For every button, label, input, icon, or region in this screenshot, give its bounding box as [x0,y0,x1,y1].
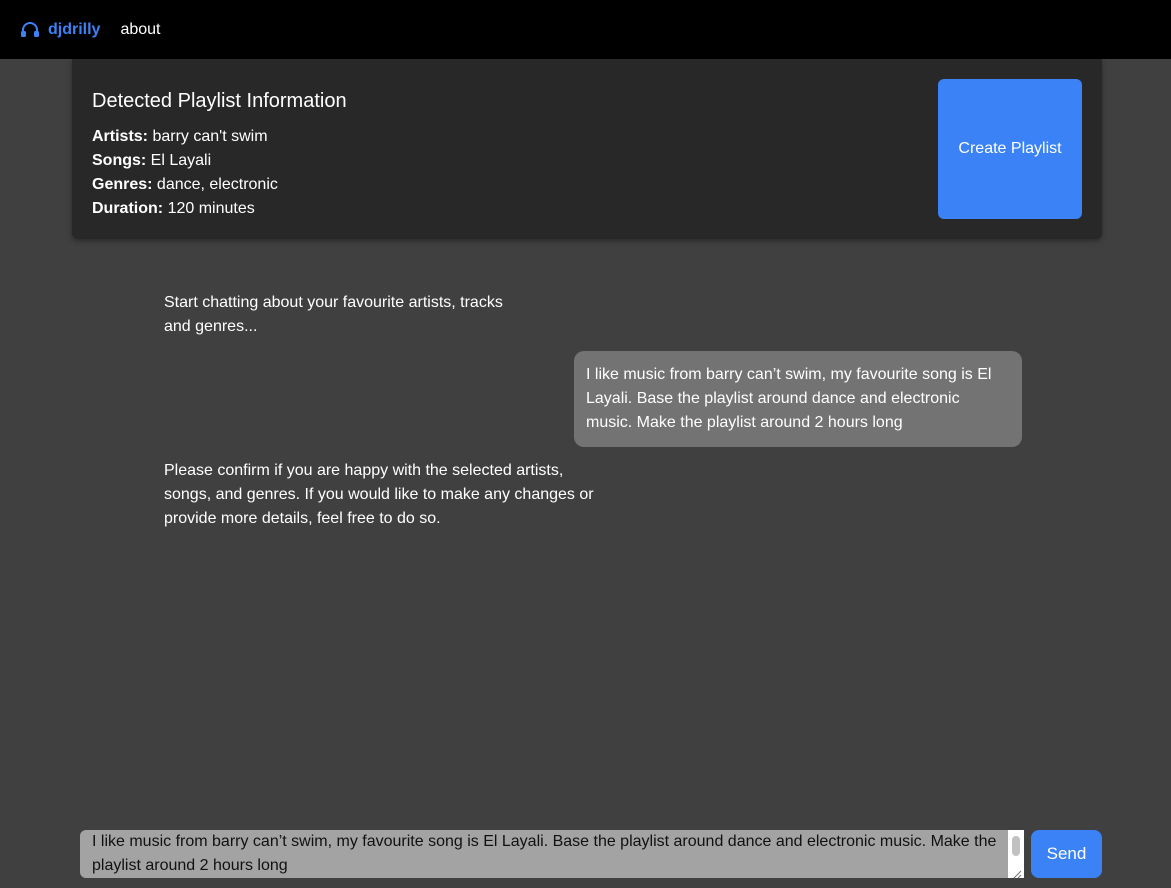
playlist-info-title: Detected Playlist Information [92,90,347,112]
playlist-info-rows: Artists: barry can't swim Songs: El Laya… [92,125,278,221]
chat-thread: Start chatting about your favourite arti… [0,239,1171,819]
resize-grip-icon[interactable] [1010,866,1022,879]
info-row-duration: Duration: 120 minutes [92,197,278,221]
info-label: Genres: [92,176,153,193]
message-composer: I like music from barry can’t swim, my f… [80,830,1102,879]
info-label: Duration: [92,200,164,217]
headphones-icon [20,21,40,38]
assistant-message: Please confirm if you are happy with the… [164,462,594,527]
scrollbar-thumb[interactable] [1012,836,1020,856]
info-row-artists: Artists: barry can't swim [92,125,278,149]
create-playlist-button[interactable]: Create Playlist [938,79,1082,219]
top-nav: djdrilly about [0,0,1171,59]
brand-link[interactable]: djdrilly [20,21,100,39]
info-label: Artists: [92,128,149,145]
info-row-genres: Genres: dance, electronic [92,173,278,197]
send-button[interactable]: Send [1031,830,1102,878]
info-value: dance, electronic [156,176,278,193]
info-value: El Layali [150,152,212,169]
info-value: barry can't swim [152,128,268,145]
nav-about-link[interactable]: about [120,21,160,39]
user-message-bubble: I like music from barry can’t swim, my f… [574,351,1022,447]
info-label: Songs: [92,152,147,169]
assistant-message: Start chatting about your favourite arti… [164,294,503,335]
info-value: 120 minutes [167,200,255,217]
info-row-songs: Songs: El Layali [92,149,278,173]
message-input[interactable]: I like music from barry can’t swim, my f… [80,830,1024,878]
playlist-info-card: Detected Playlist Information Artists: b… [72,59,1102,239]
brand-label: djdrilly [48,20,101,38]
